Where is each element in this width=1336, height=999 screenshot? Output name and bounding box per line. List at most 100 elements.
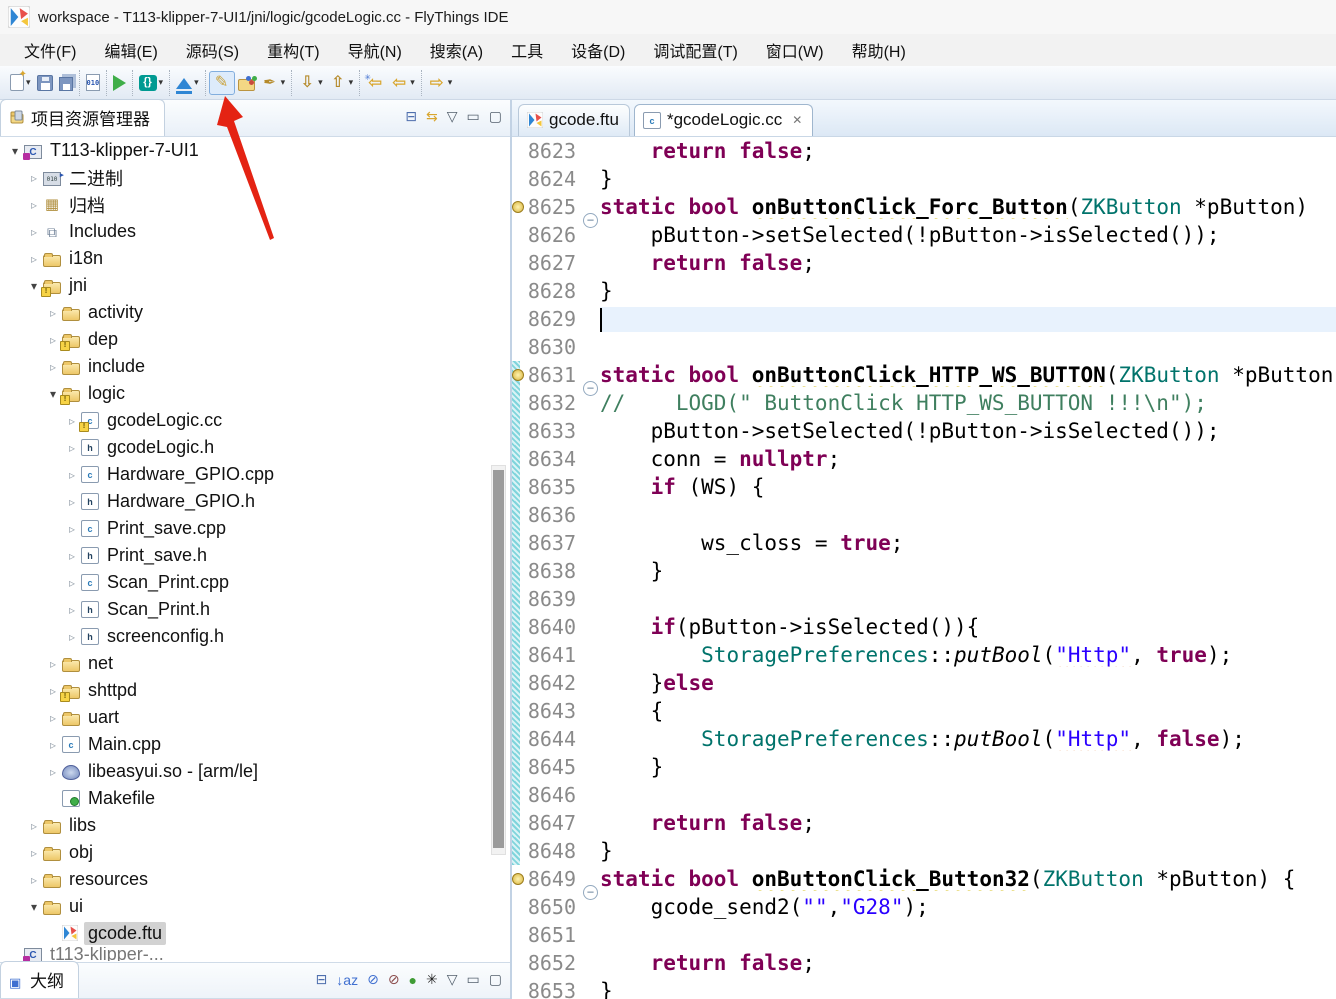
new-wizard-button[interactable]: ▾ (7, 72, 34, 93)
code-line-8630[interactable]: 8630 (512, 333, 1336, 361)
tab-close-icon[interactable]: ✕ (792, 113, 802, 127)
chevron-collapsed-icon[interactable]: ▹ (46, 765, 60, 779)
flash-download-button[interactable]: ▾ (173, 75, 202, 91)
code-line-8653[interactable]: 8653} (512, 977, 1336, 999)
code-line-8635[interactable]: 8635 if (WS) { (512, 473, 1336, 501)
dropdown-arrow-icon[interactable]: ▾ (194, 77, 199, 88)
back-button[interactable]: ⇦▾ (387, 72, 418, 94)
problem-marker-icon[interactable] (512, 201, 524, 213)
open-resource-button[interactable] (235, 73, 258, 93)
tab-gcodeLogic-cc[interactable]: c*gcodeLogic.cc✕ (634, 104, 813, 136)
code-line-8647[interactable]: 8647 return false; (512, 809, 1336, 837)
tree-item-archives[interactable]: ▹▦归档 (0, 191, 510, 218)
tree-item-includes[interactable]: ▹⧉Includes (0, 218, 510, 245)
tree-item-libeasyui-so[interactable]: ▹libeasyui.so - [arm/le] (0, 758, 510, 785)
chevron-collapsed-icon[interactable]: ▹ (46, 360, 60, 374)
chevron-expanded-icon[interactable]: ▾ (46, 387, 60, 401)
minimize-icon[interactable]: ▭ (467, 108, 480, 125)
filters-icon[interactable]: ✳ (426, 971, 438, 988)
chevron-collapsed-icon[interactable]: ▹ (65, 414, 79, 428)
hide-fields-icon[interactable]: ⊘ (367, 971, 379, 988)
dropdown-arrow-icon[interactable]: ▾ (410, 77, 415, 88)
code-line-8651[interactable]: 8651 (512, 921, 1336, 949)
chevron-expanded-icon[interactable]: ▾ (8, 144, 22, 158)
chevron-collapsed-icon[interactable]: ▹ (27, 171, 41, 185)
project-tree[interactable]: ▾CT113-klipper-7-UI1▹010二进制▹▦归档▹⧉Include… (0, 137, 510, 962)
minimize-icon[interactable]: ▭ (467, 971, 480, 988)
menu-edit[interactable]: 编辑(E) (90, 34, 171, 66)
maximize-icon[interactable]: ▢ (489, 971, 502, 988)
menu-navigate[interactable]: 导航(N) (334, 34, 416, 66)
chevron-collapsed-icon[interactable]: ▹ (65, 630, 79, 644)
chevron-collapsed-icon[interactable]: ▹ (27, 225, 41, 239)
code-line-8634[interactable]: 8634 conn = nullptr; (512, 445, 1336, 473)
save-button[interactable] (34, 73, 56, 93)
tree-item-screenconfig-h[interactable]: ▹hscreenconfig.h (0, 623, 510, 650)
binary-file-button[interactable]: 010 (83, 72, 103, 93)
code-line-8633[interactable]: 8633 pButton->setSelected(!pButton->isSe… (512, 417, 1336, 445)
code-line-8636[interactable]: 8636 (512, 501, 1336, 529)
menu-source[interactable]: 源码(S) (172, 34, 253, 66)
menu-file[interactable]: 文件(F) (10, 34, 90, 66)
code-line-8641[interactable]: 8641 StoragePreferences::putBool("Http",… (512, 641, 1336, 669)
hide-non-public-icon[interactable]: ● (409, 972, 417, 988)
chevron-collapsed-icon[interactable]: ▹ (27, 198, 41, 212)
outline-tab[interactable]: 大纲 (0, 961, 79, 998)
tree-item-shttpd[interactable]: ▹shttpd (0, 677, 510, 704)
menu-debug-config[interactable]: 调试配置(T) (639, 34, 751, 66)
project-explorer-tab[interactable]: 项目资源管理器 (0, 99, 165, 136)
code-editor[interactable]: 8623 return false;8624}8625static bool o… (512, 137, 1336, 999)
tree-item-ui[interactable]: ▾ui (0, 893, 510, 920)
collapse-all-icon[interactable]: ⊟ (405, 108, 417, 125)
code-line-8627[interactable]: 8627 return false; (512, 249, 1336, 277)
chevron-expanded-icon[interactable]: ▾ (27, 900, 41, 914)
chevron-collapsed-icon[interactable]: ▹ (65, 603, 79, 617)
code-line-8650[interactable]: 8650 gcode_send2("","G28"); (512, 893, 1336, 921)
tree-item-Scan-Print-cpp[interactable]: ▹cScan_Print.cpp (0, 569, 510, 596)
code-line-8625[interactable]: 8625static bool onButtonClick_Forc_Butto… (512, 193, 1336, 221)
tree-item-gcodeLogic-cc[interactable]: ▹cgcodeLogic.cc (0, 407, 510, 434)
tree-item-Hardware-GPIO-h[interactable]: ▹hHardware_GPIO.h (0, 488, 510, 515)
chevron-collapsed-icon[interactable]: ▹ (46, 738, 60, 752)
dropdown-arrow-icon[interactable]: ▾ (318, 77, 323, 88)
code-line-8640[interactable]: 8640 if(pButton->isSelected()){ (512, 613, 1336, 641)
code-line-8643[interactable]: 8643 { (512, 697, 1336, 725)
code-line-8646[interactable]: 8646 (512, 781, 1336, 809)
export-upload-button[interactable]: ⇧▾ (326, 72, 357, 94)
view-menu-icon[interactable]: ▽ (447, 971, 458, 988)
tree-item-libs[interactable]: ▹libs (0, 812, 510, 839)
chevron-collapsed-icon[interactable]: ▹ (65, 576, 79, 590)
menu-window[interactable]: 窗口(W) (752, 34, 838, 66)
chevron-collapsed-icon[interactable]: ▹ (27, 819, 41, 833)
tree-item-project-root[interactable]: ▾CT113-klipper-7-UI1 (0, 137, 510, 164)
code-line-8644[interactable]: 8644 StoragePreferences::putBool("Http",… (512, 725, 1336, 753)
tree-item-dep[interactable]: ▹dep (0, 326, 510, 353)
tree-item-include[interactable]: ▹include (0, 353, 510, 380)
chevron-collapsed-icon[interactable]: ▹ (65, 522, 79, 536)
code-line-8629[interactable]: 8629 (512, 305, 1336, 333)
chevron-collapsed-icon[interactable]: ▹ (46, 711, 60, 725)
build-config-button[interactable]: {}▾ (136, 73, 167, 93)
code-line-8645[interactable]: 8645 } (512, 753, 1336, 781)
code-line-8652[interactable]: 8652 return false; (512, 949, 1336, 977)
code-line-8637[interactable]: 8637 ws_closs = true; (512, 529, 1336, 557)
tree-item-activity[interactable]: ▹activity (0, 299, 510, 326)
problem-marker-icon[interactable] (512, 873, 524, 885)
project-tree-scrollbar-thumb[interactable] (493, 470, 504, 848)
tree-item-obj[interactable]: ▹obj (0, 839, 510, 866)
dropdown-arrow-icon[interactable]: ▾ (159, 77, 164, 88)
forward-button[interactable]: ⇨▾ (425, 72, 456, 94)
chevron-collapsed-icon[interactable]: ▹ (46, 684, 60, 698)
tree-item-gcode-ftu[interactable]: gcode.ftu (0, 920, 510, 947)
tree-item-Print-save-cpp[interactable]: ▹cPrint_save.cpp (0, 515, 510, 542)
code-line-8639[interactable]: 8639 (512, 585, 1336, 613)
simulator-brush-button[interactable]: ✎ (209, 71, 235, 95)
hide-static-icon[interactable]: ⊘ (388, 971, 400, 988)
view-menu-icon[interactable]: ▽ (447, 108, 458, 125)
code-line-8628[interactable]: 8628} (512, 277, 1336, 305)
last-edit-location-button[interactable]: ⇦ (363, 72, 387, 94)
link-with-editor-icon[interactable]: ⇆ (426, 108, 438, 125)
tree-item-jni[interactable]: ▾jni (0, 272, 510, 299)
tree-item-Makefile[interactable]: Makefile (0, 785, 510, 812)
menu-device[interactable]: 设备(D) (557, 34, 639, 66)
